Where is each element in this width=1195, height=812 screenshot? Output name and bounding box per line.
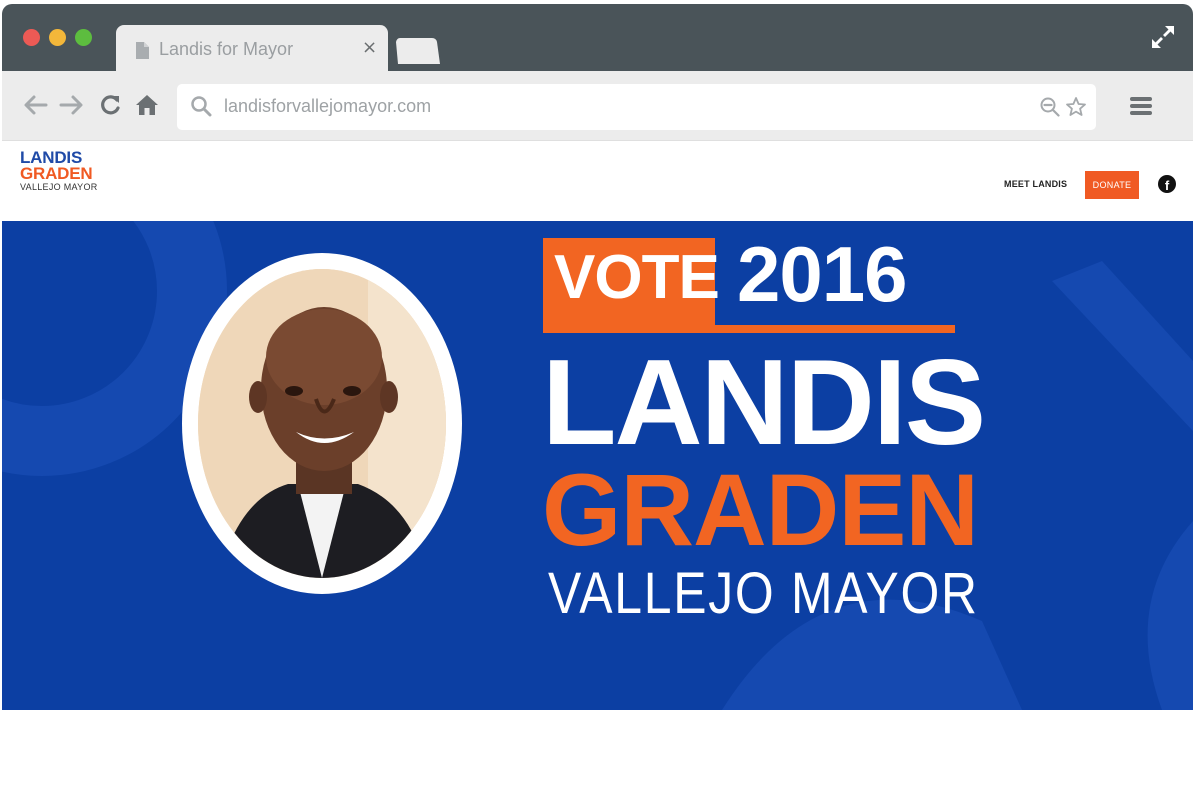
hero-banner: VOTE 2016 LANDIS GRADEN VALLEJO MAYOR <box>2 221 1193 710</box>
candidate-last-name: GRADEN <box>542 453 979 567</box>
document-icon <box>136 42 149 59</box>
new-tab-icon[interactable] <box>396 38 440 64</box>
home-icon[interactable] <box>134 93 160 117</box>
election-year: 2016 <box>737 230 908 318</box>
title-bar: Landis for Mayor × <box>2 4 1193 71</box>
tab-title: Landis for Mayor <box>159 39 294 59</box>
browser-window: Landis for Mayor × landisforvallejomayor… <box>2 4 1193 710</box>
site-header: LANDIS GRADEN VALLEJO MAYOR MEET LANDIS … <box>2 141 1193 221</box>
candidate-office: VALLEJO MAYOR <box>548 561 979 626</box>
candidate-portrait <box>198 269 446 578</box>
menu-icon[interactable] <box>1130 96 1152 116</box>
donate-button[interactable]: DONATE <box>1085 171 1139 199</box>
site-logo[interactable]: LANDIS GRADEN VALLEJO MAYOR <box>20 149 98 192</box>
close-window-button[interactable] <box>23 29 40 46</box>
browser-toolbar: landisforvallejomayor.com <box>2 71 1193 141</box>
facebook-icon[interactable]: f <box>1158 175 1176 193</box>
url-text[interactable]: landisforvallejomayor.com <box>224 96 431 117</box>
maximize-window-button[interactable] <box>75 29 92 46</box>
star-icon[interactable] <box>1065 96 1087 118</box>
reload-icon[interactable] <box>98 93 124 117</box>
zoom-out-icon[interactable] <box>1040 97 1060 117</box>
expand-icon[interactable] <box>1150 24 1176 50</box>
vote-underline <box>715 325 955 333</box>
nav-meet-landis[interactable]: MEET LANDIS <box>1004 179 1067 189</box>
address-bar[interactable]: landisforvallejomayor.com <box>177 84 1096 130</box>
minimize-window-button[interactable] <box>49 29 66 46</box>
back-icon[interactable] <box>22 93 48 117</box>
forward-icon[interactable] <box>59 93 85 117</box>
logo-line-3: VALLEJO MAYOR <box>20 182 98 192</box>
close-icon[interactable]: × <box>362 37 377 58</box>
browser-tab[interactable]: Landis for Mayor × <box>116 25 388 71</box>
vote-label: VOTE <box>554 243 720 312</box>
search-icon <box>191 96 212 117</box>
logo-line-2: GRADEN <box>20 164 93 183</box>
candidate-first-name: LANDIS <box>542 334 986 470</box>
